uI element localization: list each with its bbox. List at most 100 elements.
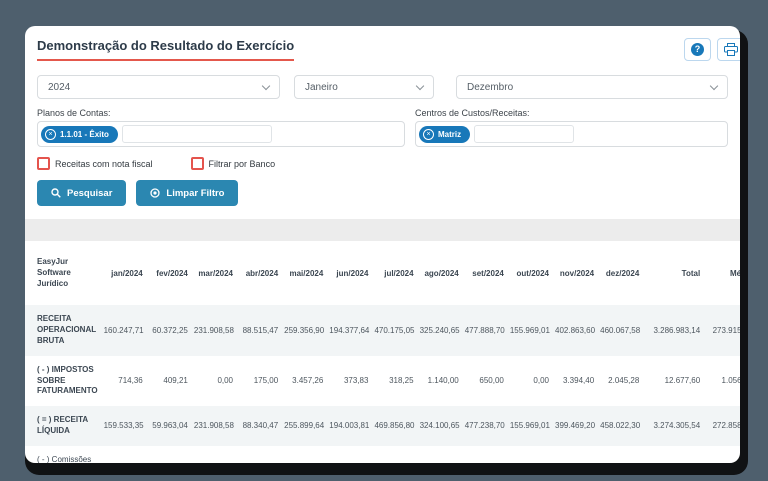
column-header: out/2024: [516, 268, 549, 278]
month-value: 3.394,40: [563, 376, 595, 386]
start-month-select[interactable]: Janeiro: [294, 75, 434, 99]
row-label: ( = ) RECEITA LÍQUIDA: [37, 415, 88, 435]
table-row: RECEITA OPERACIONAL BRUTA 160.247,71 60.37…: [25, 305, 740, 356]
column-header: set/2024: [472, 268, 504, 278]
banco-checkbox[interactable]: [190, 157, 204, 170]
end-month-value: Dezembro: [467, 81, 514, 93]
remove-tag-icon[interactable]: ×: [45, 128, 56, 140]
month-value: 399.469,20: [555, 421, 596, 431]
table-row: ( = ) RECEITA LÍQUIDA 159.533,35 59.963,04…: [25, 406, 740, 446]
month-value: 2.045,28: [608, 376, 640, 386]
first-column-header: EasyJur Software Jurídico: [37, 257, 71, 288]
total-value: 12.677,60: [664, 376, 701, 386]
month-value: 194.377,64: [329, 326, 370, 336]
checkbox-filters: Receitas com nota fiscal Filtrar por Ban…: [37, 157, 728, 170]
month-value: 231.908,58: [193, 421, 234, 431]
column-header: Média: [729, 268, 740, 278]
report-card: Demonstração do Resultado do Exercício ?…: [25, 26, 740, 463]
search-button[interactable]: Pesquisar: [37, 180, 127, 206]
nota-fiscal-checkbox[interactable]: [37, 157, 50, 170]
month-value: 470.175,05: [374, 326, 415, 336]
help-button[interactable]: ?: [684, 38, 711, 61]
month-value: 88.340,47: [242, 421, 279, 431]
month-value: 460.067,58: [600, 326, 641, 336]
column-header: jun/2024: [336, 268, 369, 278]
start-month-value: Janeiro: [305, 81, 338, 93]
month-value: 19.501,45: [507, 446, 552, 463]
month-value: 155.969,01: [509, 421, 550, 431]
search-icon: [51, 188, 61, 198]
card-header: Demonstração do Resultado do Exercício ?: [37, 38, 740, 61]
month-value: 1.140,00: [427, 376, 459, 386]
planos-de-contas-field: Planos de Contas: × 1.1.01 - Êxito: [37, 108, 405, 147]
year-select-value: 2024: [48, 81, 71, 93]
header-actions: ?: [684, 38, 740, 61]
media-value: 273.915,26: [712, 326, 740, 336]
month-value: 373,83: [343, 376, 369, 386]
dre-table-section: EasyJur Software Jurídico jan/2024 fev/20…: [25, 219, 740, 463]
month-value: 402.863,60: [555, 326, 596, 336]
year-select[interactable]: 2024: [37, 75, 280, 99]
month-value: 6.475,85: [281, 446, 326, 463]
table-row: ( - ) Comissões e repasses Operacionais 1…: [25, 446, 740, 463]
planos-de-contas-label: Planos de Contas:: [37, 108, 111, 118]
month-value: 477.238,70: [464, 421, 505, 431]
month-value: 650,00: [479, 376, 504, 386]
end-month-select[interactable]: Dezembro: [456, 75, 728, 99]
column-header: jul/2024: [384, 268, 414, 278]
month-value: 325.240,65: [419, 326, 460, 336]
centro-tag-label: Matriz: [438, 129, 462, 139]
media-value: 272.858,80: [712, 421, 740, 431]
plano-tag-label: 1.1.01 - Êxito: [60, 129, 109, 139]
period-filters: 2024 Janeiro Dezembro: [37, 75, 728, 99]
month-value: 1.400,00: [101, 446, 146, 463]
month-value: 3.457,26: [292, 376, 324, 386]
row-label: ( - ) IMPOSTOS SOBRE FATURAMENTO: [37, 364, 98, 396]
nota-fiscal-checkbox-row[interactable]: Receitas com nota fiscal: [37, 157, 153, 170]
remove-tag-icon[interactable]: ×: [423, 128, 434, 140]
month-value: 231.908,58: [193, 326, 234, 336]
search-button-label: Pesquisar: [67, 187, 113, 199]
column-header: mai/2024: [289, 268, 324, 278]
total-value: 3.274.305,54: [653, 421, 701, 431]
print-button[interactable]: [717, 38, 740, 61]
media-value: 14.378,61: [703, 446, 740, 463]
action-buttons: Pesquisar Limpar Filtro: [37, 180, 728, 206]
row-label: RECEITA OPERACIONAL BRUTA: [37, 314, 96, 345]
centros-custos-field: Centros de Custos/Receitas: × Matriz: [415, 108, 728, 147]
banco-checkbox-row[interactable]: Filtrar por Banco: [190, 157, 275, 170]
month-value: 458.022,30: [600, 421, 641, 431]
month-value: 409,21: [163, 376, 188, 386]
column-header: dez/2024: [605, 268, 640, 278]
table-header-row: EasyJur Software Jurídico jan/2024 fev/20…: [25, 241, 740, 305]
help-icon: ?: [691, 43, 704, 56]
month-value: 0,00: [217, 376, 234, 386]
chevron-down-icon: [709, 81, 719, 90]
centros-custos-input[interactable]: [474, 125, 575, 143]
column-header: nov/2024: [559, 268, 595, 278]
printer-icon: [723, 43, 738, 56]
clear-filter-icon: [150, 188, 161, 198]
table-body: RECEITA OPERACIONAL BRUTA 160.247,71 60.37…: [25, 305, 740, 463]
month-value: 88.515,47: [242, 326, 279, 336]
month-value: 20.811,38: [597, 446, 642, 463]
clear-filter-button[interactable]: Limpar Filtro: [136, 180, 239, 206]
centros-custos-multiselect[interactable]: × Matriz: [415, 121, 728, 147]
table-row: ( - ) IMPOSTOS SOBRE FATURAMENTO 714,36 40…: [25, 356, 740, 406]
column-header: abr/2024: [245, 268, 279, 278]
dre-table: EasyJur Software Jurídico jan/2024 fev/20…: [25, 241, 740, 463]
month-value: 159.533,35: [103, 421, 144, 431]
month-value: 59.963,04: [152, 421, 188, 431]
column-header: Total: [681, 268, 701, 278]
planos-de-contas-multiselect[interactable]: × 1.1.01 - Êxito: [37, 121, 405, 147]
planos-de-contas-input[interactable]: [121, 125, 272, 143]
chevron-down-icon: [415, 81, 425, 90]
column-header: mar/2024: [198, 268, 234, 278]
month-value: 18.631,37: [552, 446, 597, 463]
month-value: 15.948,02: [417, 446, 462, 463]
plano-tag: × 1.1.01 - Êxito: [41, 125, 118, 143]
chevron-down-icon: [261, 81, 271, 90]
month-value: 324.100,65: [419, 421, 460, 431]
column-header: ago/2024: [424, 268, 459, 278]
month-value: 469.856,80: [374, 421, 415, 431]
